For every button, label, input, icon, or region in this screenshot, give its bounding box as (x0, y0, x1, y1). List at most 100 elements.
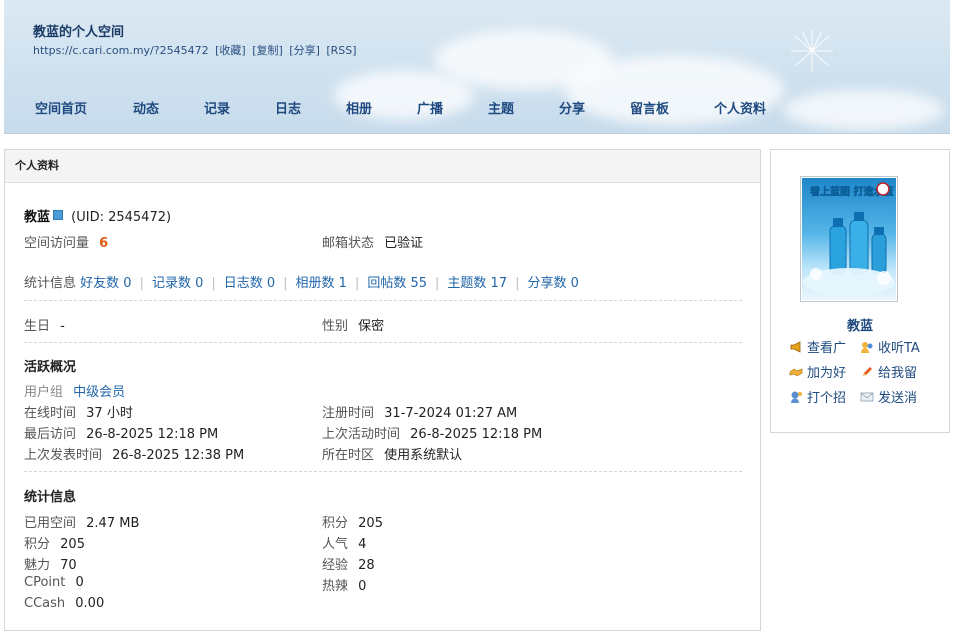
exp-label: 经验 (322, 558, 349, 573)
envelope-icon (860, 392, 874, 402)
nav-profile[interactable]: 个人资料 (714, 98, 766, 117)
panel-title: 个人资料 (5, 150, 760, 183)
divider (24, 342, 742, 343)
add-friend-action[interactable]: 加为好 (789, 362, 846, 381)
share-link[interactable]: [分享] (289, 44, 320, 57)
nav-thread[interactable]: 主题 (488, 98, 514, 117)
last-active-row: 上次活动时间 26-8-2025 12:18 PM (322, 423, 542, 442)
gender-label: 性别 (322, 319, 349, 334)
space-title[interactable]: 教蓝的个人空间 (33, 21, 124, 40)
cloud-decoration (784, 90, 944, 130)
hot-label: 热辣 (322, 579, 349, 594)
profile-panel: 个人资料 教蓝 (UID: 2545472) 空间访问量 6 邮箱状态 已验证 … (4, 149, 761, 631)
doing-count-link[interactable]: 记录数 0 (152, 276, 203, 291)
nav-doing[interactable]: 记录 (204, 98, 230, 117)
activity-section-title: 活跃概况 (24, 360, 77, 375)
nav-broadcast[interactable]: 广播 (417, 98, 443, 117)
space-links: https://c.cari.com.my/?2545472 [收藏] [复制]… (33, 42, 360, 58)
last-visit-value: 26-8-2025 12:18 PM (86, 427, 219, 442)
handshake-icon (789, 368, 803, 377)
register-value: 31-7-2024 01:27 AM (384, 406, 518, 421)
charm-value: 70 (60, 558, 77, 573)
exp-value: 28 (358, 558, 375, 573)
blog-count-link[interactable]: 日志数 0 (224, 276, 275, 291)
space-used-row: 已用空间 2.47 MB (24, 512, 139, 531)
usergroup-link[interactable]: 中级会员 (73, 385, 125, 400)
nav-home[interactable]: 空间首页 (35, 98, 87, 117)
timezone-label: 所在时区 (322, 448, 375, 463)
rss-link[interactable]: [RSS] (326, 44, 356, 57)
avatar[interactable]: 看上蓝图 打造水蓝 (800, 176, 898, 302)
gender-row: 性别 保密 (322, 315, 384, 334)
hot-value: 0 (358, 579, 367, 594)
add-friend-label: 加为好 (807, 366, 847, 381)
leave-message-label: 给我留 (878, 366, 918, 381)
divider (24, 300, 742, 301)
dandelion-icon (791, 30, 833, 72)
send-message-label: 发送消 (878, 391, 918, 406)
copy-link[interactable]: [复制] (252, 44, 283, 57)
charm-label: 魅力 (24, 558, 51, 573)
online-time-value: 37 小时 (86, 406, 133, 421)
ccash-row: CCash 0.00 (24, 596, 104, 611)
follow-action[interactable]: 收听TA (860, 337, 920, 356)
points-row: 积分 205 (322, 512, 383, 531)
view-ad-label: 查看广 (807, 341, 847, 356)
online-status-icon (53, 210, 64, 220)
stats-row: 统计信息 好友数 0 | 记录数 0 | 日志数 0 | 相册数 1 | 回帖数 55 | 主题数 … (24, 276, 579, 291)
register-row: 注册时间 31-7-2024 01:27 AM (322, 402, 517, 421)
user-sidebar: 看上蓝图 打造水蓝 教蓝 查看广 收听TA 加为好 给我留 打个招 发送消 (770, 149, 950, 433)
stats-label: 统计信息 (24, 276, 77, 291)
birthday-value: - (60, 319, 65, 334)
view-ad-action[interactable]: 查看广 (789, 337, 846, 356)
charm-row: 魅力 70 (24, 554, 77, 573)
visits-value: 6 (99, 236, 109, 251)
user-uid: (UID: 2545472) (71, 210, 172, 225)
header-banner: 教蓝的个人空间 https://c.cari.com.my/?2545472 [… (4, 0, 950, 134)
send-message-action[interactable]: 发送消 (860, 387, 917, 406)
reply-count-link[interactable]: 回帖数 55 (367, 276, 427, 291)
ccash-value: 0.00 (75, 596, 105, 611)
pencil-icon (863, 367, 872, 376)
exp-row: 经验 28 (322, 554, 375, 573)
timezone-value: 使用系统默认 (384, 448, 463, 463)
leave-message-action[interactable]: 给我留 (860, 362, 917, 381)
share-count-link[interactable]: 分享数 0 (528, 276, 579, 291)
usergroup-row: 用户组 中级会员 (24, 381, 125, 400)
last-active-value: 26-8-2025 12:18 PM (410, 427, 543, 442)
timezone-row: 所在时区 使用系统默认 (322, 444, 462, 463)
visits-row: 空间访问量 6 (24, 232, 108, 251)
user-heading: 教蓝 (UID: 2545472) (24, 206, 171, 225)
ccash-label: CCash (24, 596, 66, 611)
nav-share[interactable]: 分享 (559, 98, 585, 117)
last-visit-label: 最后访问 (24, 427, 77, 442)
space-used-label: 已用空间 (24, 516, 77, 531)
last-visit-row: 最后访问 26-8-2025 12:18 PM (24, 423, 218, 442)
sidebar-username[interactable]: 教蓝 (771, 315, 949, 334)
follow-users-icon (861, 342, 873, 353)
register-label: 注册时间 (322, 406, 375, 421)
online-time-label: 在线时间 (24, 406, 77, 421)
nav-album[interactable]: 相册 (346, 98, 372, 117)
space-url-link[interactable]: https://c.cari.com.my/?2545472 (33, 44, 209, 57)
greet-action[interactable]: 打个招 (789, 387, 846, 406)
popularity-row: 人气 4 (322, 533, 366, 552)
bookmark-link[interactable]: [收藏] (215, 44, 246, 57)
nav-feed[interactable]: 动态 (133, 98, 159, 117)
friends-count-link[interactable]: 好友数 0 (80, 276, 131, 291)
points2-label: 积分 (24, 537, 51, 552)
gender-value: 保密 (358, 319, 385, 334)
nav-wall[interactable]: 留言板 (630, 98, 669, 117)
thread-count-link[interactable]: 主题数 17 (447, 276, 507, 291)
last-post-value: 26-8-2025 12:38 PM (112, 448, 245, 463)
birthday-row: 生日 - (24, 315, 65, 334)
points-label: 积分 (322, 516, 349, 531)
follow-label: 收听TA (878, 341, 920, 356)
space-used-value: 2.47 MB (86, 516, 140, 531)
points-value: 205 (358, 516, 383, 531)
last-post-label: 上次发表时间 (24, 448, 103, 463)
divider (24, 471, 742, 472)
online-time-row: 在线时间 37 小时 (24, 402, 133, 421)
nav-blog[interactable]: 日志 (275, 98, 301, 117)
album-count-link[interactable]: 相册数 1 (296, 276, 347, 291)
